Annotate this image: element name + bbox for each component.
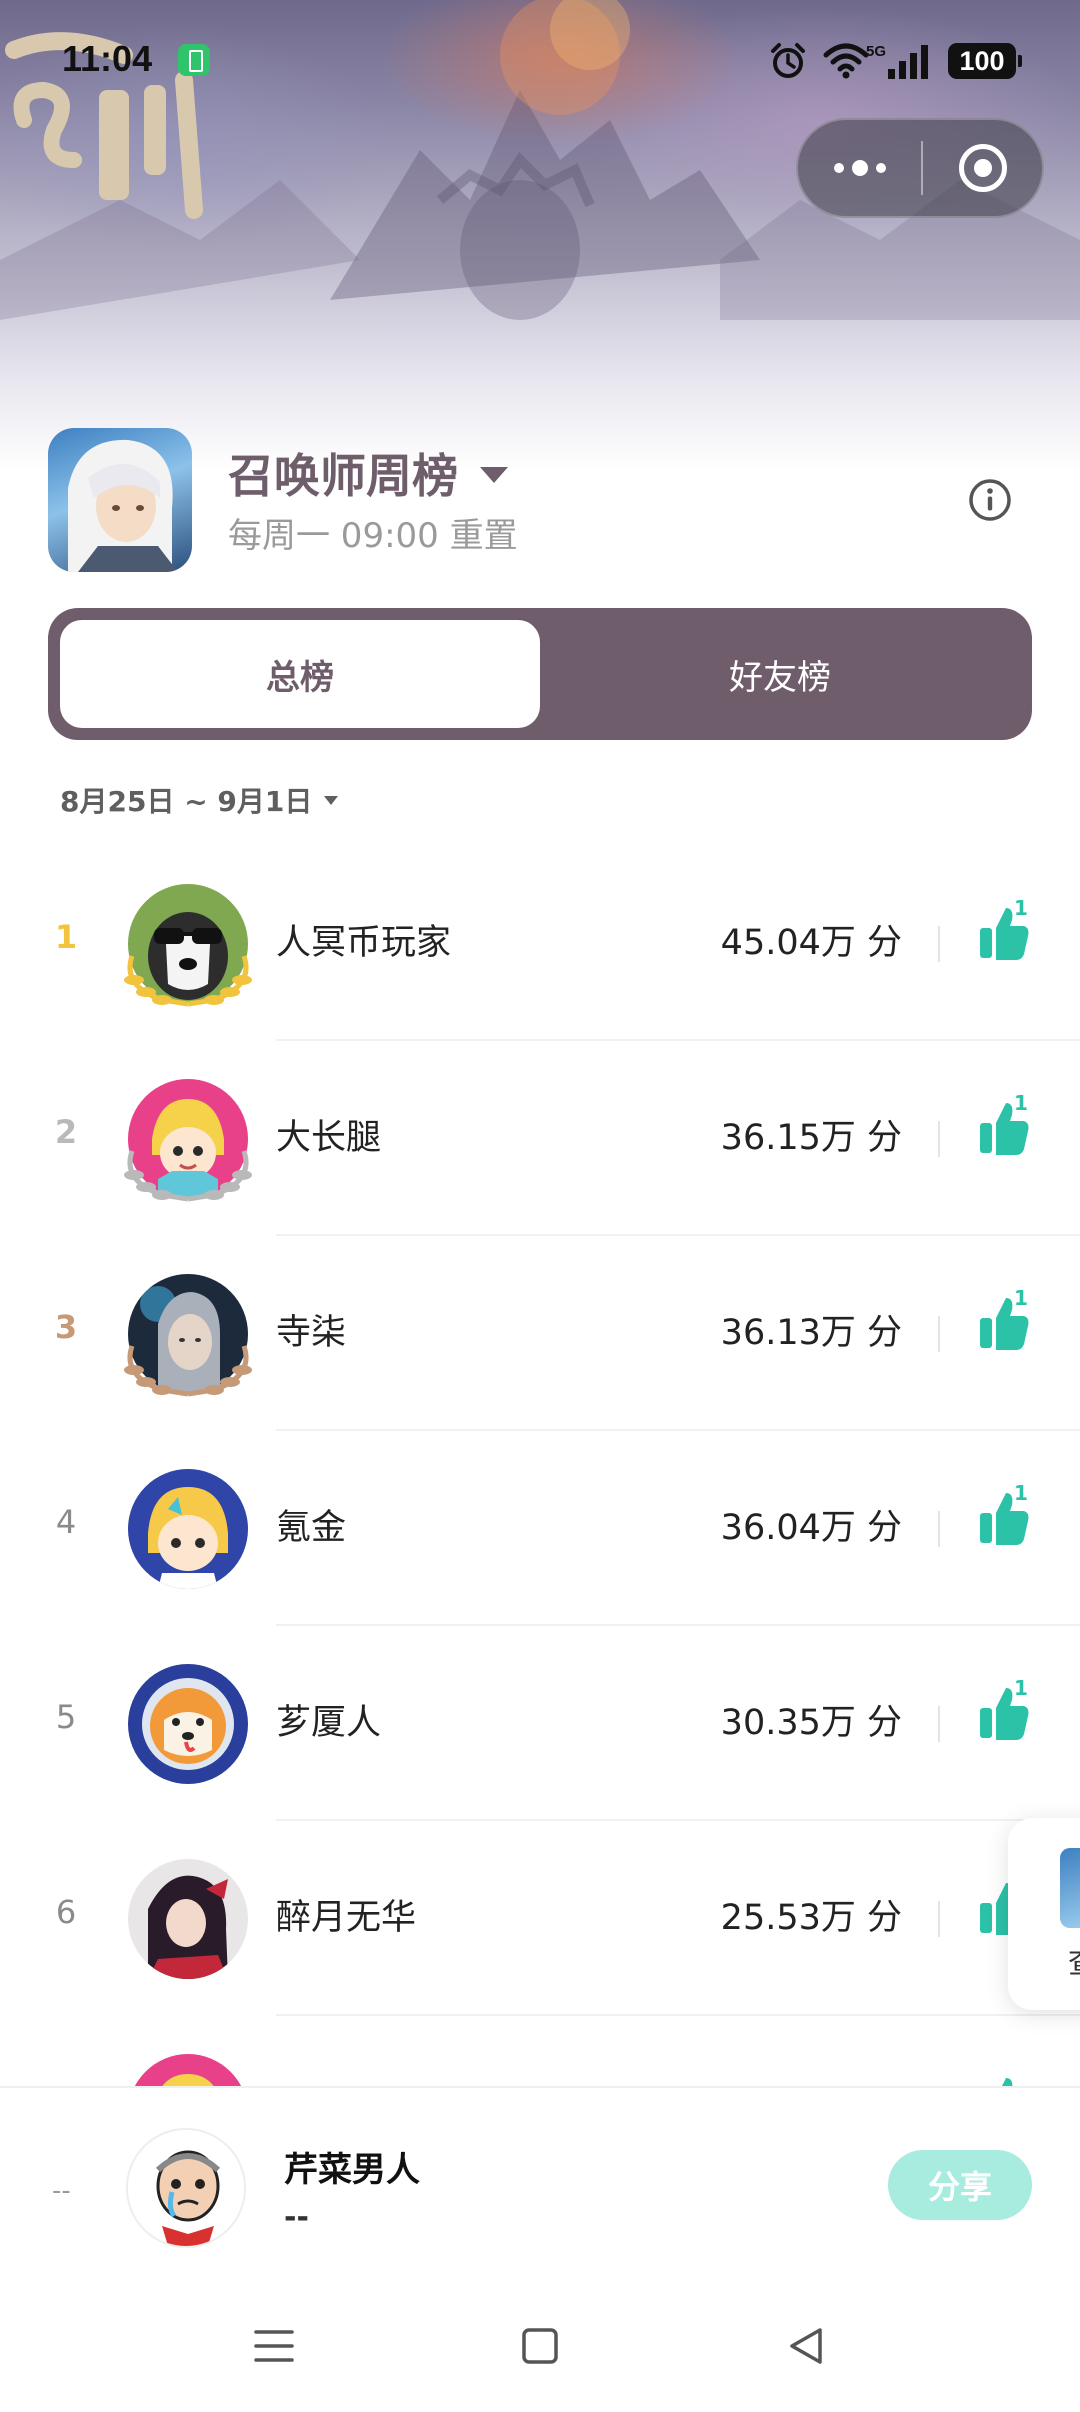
leaderboard-row[interactable] <box>0 2016 1080 2086</box>
like-count: 1 <box>1014 1286 1028 1310</box>
leaderboard-list: 1 人冥币玩家 45.04万 分 1 2 大长腿 36.15万 分 1 3 寺柒… <box>0 846 1080 2086</box>
avatar <box>128 2054 248 2086</box>
player-score: 36.04万 分 <box>720 1508 902 1548</box>
menu-icon[interactable] <box>250 2322 298 2370</box>
signal-icon <box>888 45 928 79</box>
my-name: 芹菜男人 <box>284 2150 420 2190</box>
bronze-laurel-icon <box>124 1345 252 1397</box>
wifi-icon <box>823 43 869 79</box>
game-thumbnail <box>1060 1848 1080 1928</box>
tab-friends[interactable]: 好友榜 <box>540 620 1020 728</box>
like-count: 1 <box>1014 1091 1028 1115</box>
network-type-label: 5G <box>866 43 887 60</box>
home-icon[interactable] <box>516 2322 564 2370</box>
player-name: 寺柒 <box>276 1313 347 1353</box>
rank-number: 1 <box>54 918 78 956</box>
mini-program-capsule <box>796 118 1044 218</box>
my-rank: -- <box>52 2176 71 2206</box>
tab-overall[interactable]: 总榜 <box>60 620 540 728</box>
leaderboard-row[interactable]: 6 醉月无华 25.53万 分 <box>0 1821 1080 2016</box>
avatar <box>128 1469 248 1589</box>
system-nav-bar <box>0 2282 1080 2412</box>
date-range-selector[interactable]: 8月25日 ~ 9月1日 <box>60 780 339 820</box>
my-score: -- <box>284 2200 309 2235</box>
divider <box>938 1511 940 1547</box>
board-title-selector[interactable]: 召唤师周榜 <box>228 440 508 506</box>
my-ranking-bar: -- 芹菜男人 -- 分享 <box>0 2086 1080 2282</box>
player-score: 45.04万 分 <box>720 923 902 963</box>
like-count: 1 <box>1014 1676 1028 1700</box>
like-count: 1 <box>1014 896 1028 920</box>
player-name: 人冥币玩家 <box>276 923 452 963</box>
rank-number: 2 <box>54 1113 78 1151</box>
player-score: 30.35万 分 <box>720 1703 902 1743</box>
caret-down-icon <box>324 795 339 805</box>
board-reset-note: 每周一 09:00 重置 <box>228 516 518 556</box>
player-name: 醉月无华 <box>276 1898 417 1938</box>
player-name: 大长腿 <box>276 1118 382 1158</box>
player-score: 36.13万 分 <box>720 1313 902 1353</box>
game-avatar-icon <box>48 428 192 572</box>
alarm-icon <box>771 43 805 78</box>
player-score: 25.53万 分 <box>720 1898 902 1938</box>
divider <box>938 1706 940 1742</box>
divider <box>938 1901 940 1937</box>
thumbs-up-icon[interactable] <box>978 2074 1030 2086</box>
board-title: 召唤师周榜 <box>228 449 458 503</box>
target-close-icon[interactable] <box>923 120 1042 216</box>
silver-laurel-icon <box>124 1150 252 1202</box>
leaderboard-row[interactable]: 2 大长腿 36.15万 分 1 <box>0 1041 1080 1236</box>
divider <box>938 926 940 962</box>
avatar <box>128 1859 248 1979</box>
gold-laurel-icon <box>124 955 252 1007</box>
status-time: 11:04 <box>62 38 153 79</box>
player-name: 氪金 <box>276 1508 347 1548</box>
rank-number: 5 <box>55 1698 77 1736</box>
like-count: 1 <box>1014 1481 1028 1505</box>
date-range-label: 8月25日 ~ 9月1日 <box>60 785 313 818</box>
avatar <box>128 1664 248 1784</box>
ranking-tabs: 总榜 好友榜 <box>48 608 1032 740</box>
avatar <box>126 2128 246 2248</box>
leaderboard-row[interactable]: 3 寺柒 36.13万 分 1 <box>0 1236 1080 1431</box>
status-bar: 11:04 5G 100 <box>0 0 1080 120</box>
leaderboard-row[interactable]: 4 氪金 36.04万 分 1 <box>0 1431 1080 1626</box>
battery-icon: 100 <box>948 43 1022 79</box>
player-score: 36.15万 分 <box>720 1118 902 1158</box>
info-icon[interactable] <box>968 478 1012 522</box>
divider <box>938 1316 940 1352</box>
player-name: 芗厦人 <box>276 1703 382 1743</box>
caret-down-icon <box>480 467 508 483</box>
share-button[interactable]: 分享 <box>888 2150 1032 2220</box>
side-card-label: 查 <box>1068 1938 1080 1982</box>
floating-side-card[interactable]: 查 <box>1008 1818 1080 2010</box>
leaderboard-row[interactable]: 1 人冥币玩家 45.04万 分 1 <box>0 846 1080 1041</box>
more-dots-icon[interactable] <box>798 120 921 216</box>
rank-number: 4 <box>55 1503 77 1541</box>
leaderboard-row[interactable]: 5 芗厦人 30.35万 分 1 <box>0 1626 1080 1821</box>
back-icon[interactable] <box>782 2322 830 2370</box>
battery-level: 100 <box>959 45 1005 76</box>
divider <box>938 1121 940 1157</box>
rank-number: 6 <box>55 1893 77 1931</box>
rank-number: 3 <box>54 1308 78 1346</box>
battery-saver-icon <box>178 44 210 76</box>
